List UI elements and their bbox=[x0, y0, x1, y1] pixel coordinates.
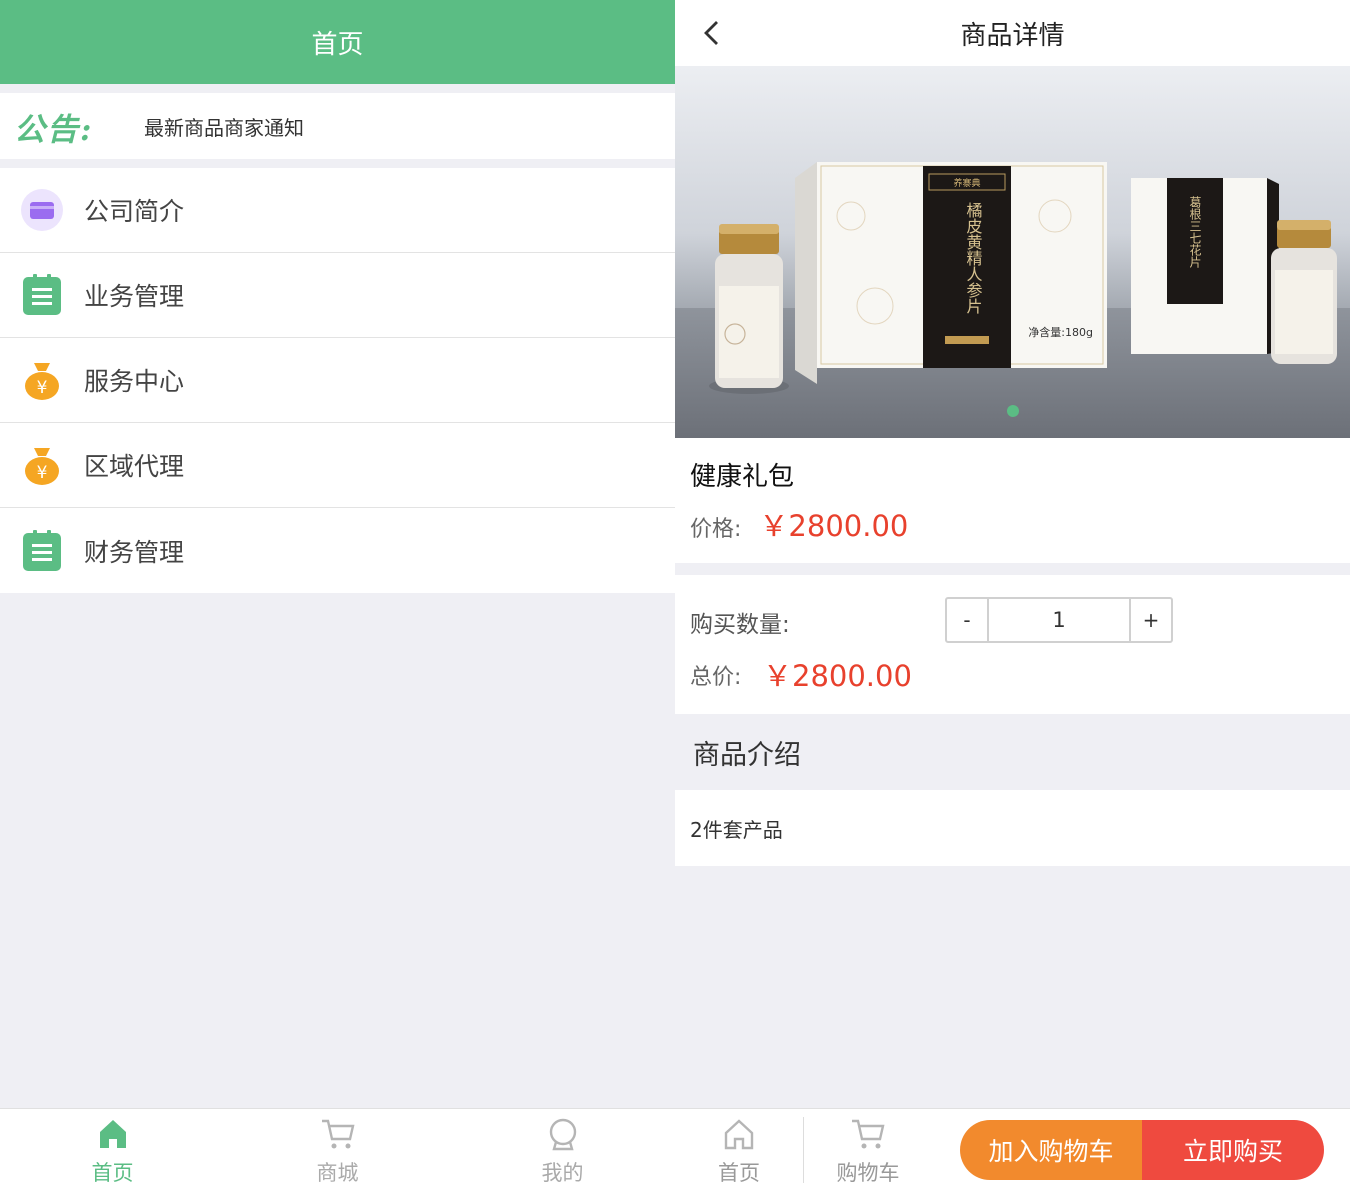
card-icon bbox=[20, 188, 64, 232]
price-value: ￥2800.00 bbox=[759, 509, 909, 543]
svg-text:养寨典: 养寨典 bbox=[953, 177, 980, 189]
menu-item-label: 服务中心 bbox=[84, 367, 185, 396]
menu-item-finance[interactable]: 财务管理 bbox=[0, 508, 675, 593]
bottom-action-bar: 首页 购物车 加入购物车 立即购买 bbox=[675, 1108, 1350, 1191]
tab-label: 商城 bbox=[316, 1161, 359, 1185]
page-title: 首页 bbox=[0, 0, 675, 84]
notice-text[interactable]: 最新商品商家通知 bbox=[144, 112, 304, 141]
intro-heading: 商品介绍 bbox=[693, 739, 801, 771]
page-title: 商品详情 bbox=[960, 20, 1065, 51]
home-icon bbox=[722, 1117, 756, 1155]
navbar: 商品详情 bbox=[675, 0, 1350, 66]
tab-home[interactable]: 首页 bbox=[0, 1109, 225, 1191]
menu-item-business[interactable]: 业务管理 bbox=[0, 253, 675, 338]
total-label: 总价: bbox=[690, 665, 742, 690]
total-value: ￥2800.00 bbox=[763, 659, 912, 693]
quantity-stepper: - 1 + bbox=[945, 597, 1173, 643]
menu-list: 公司简介 业务管理 ¥ 服务中心 ¥ 区域代理 财务管理 bbox=[0, 168, 675, 593]
carousel-indicator[interactable] bbox=[1007, 405, 1019, 417]
add-to-cart-button[interactable]: 加入购物车 bbox=[960, 1120, 1142, 1180]
price-row: 价格: ￥2800.00 bbox=[690, 503, 1335, 545]
svg-text:¥: ¥ bbox=[37, 463, 48, 483]
svg-text:¥: ¥ bbox=[37, 378, 48, 398]
box-small-title: 葛根三七花片 bbox=[1188, 196, 1202, 268]
tab-home[interactable]: 首页 bbox=[675, 1109, 803, 1191]
intro-body: 2件套产品 bbox=[675, 790, 1350, 866]
tab-cart[interactable]: 购物车 bbox=[804, 1109, 932, 1191]
tab-mine[interactable]: 我的 bbox=[450, 1109, 675, 1191]
tab-label: 首页 bbox=[718, 1161, 760, 1185]
purchase-panel: 购买数量: - 1 + 总价: ￥2800.00 bbox=[675, 575, 1350, 714]
action-buttons: 加入购物车 立即购买 bbox=[960, 1120, 1324, 1180]
home-screen: 首页 公告: 最新商品商家通知 公司简介 业务管理 ¥ 服务中心 ¥ 区域代理 … bbox=[0, 0, 675, 1191]
increment-button[interactable]: + bbox=[1131, 599, 1171, 641]
tab-mall[interactable]: 商城 bbox=[225, 1109, 450, 1191]
product-image-carousel[interactable]: 养寨典 橘皮黄精人参片 净含量:180g 葛根三七花片 bbox=[675, 66, 1350, 438]
clipboard-icon bbox=[20, 273, 64, 317]
product-info: 健康礼包 价格: ￥2800.00 bbox=[675, 438, 1350, 563]
box-large-weight: 净含量:180g bbox=[1028, 325, 1093, 339]
product-detail-screen: 商品详情 养寨典 橘皮黄精人参片 净含量:180g 葛根三七花片 健康礼包 价格… bbox=[675, 0, 1350, 1191]
product-photo: 养寨典 橘皮黄精人参片 净含量:180g 葛根三七花片 bbox=[709, 162, 1337, 394]
quantity-label: 购买数量: bbox=[690, 612, 790, 638]
home-icon bbox=[96, 1117, 130, 1155]
notice-tag: 公告: bbox=[14, 111, 94, 148]
box-large-title: 橘皮黄精人参片 bbox=[964, 202, 983, 314]
clipboard-icon bbox=[20, 529, 64, 573]
tab-label: 首页 bbox=[91, 1161, 134, 1185]
back-arrow-icon[interactable] bbox=[697, 18, 727, 48]
menu-item-company-intro[interactable]: 公司简介 bbox=[0, 168, 675, 253]
product-name: 健康礼包 bbox=[690, 462, 795, 492]
cart-icon bbox=[320, 1117, 356, 1155]
quantity-input[interactable]: 1 bbox=[987, 599, 1131, 641]
cart-icon bbox=[850, 1117, 886, 1155]
menu-item-label: 业务管理 bbox=[84, 282, 185, 311]
price-label: 价格: bbox=[690, 517, 742, 542]
bottom-tabbar: 首页 商城 我的 bbox=[0, 1108, 675, 1191]
tab-label: 我的 bbox=[541, 1161, 584, 1185]
menu-item-label: 区域代理 bbox=[84, 452, 185, 481]
buy-now-button[interactable]: 立即购买 bbox=[1142, 1120, 1324, 1180]
money-bag-icon: ¥ bbox=[20, 443, 64, 487]
menu-item-label: 公司简介 bbox=[84, 197, 185, 226]
menu-item-service-center[interactable]: ¥ 服务中心 bbox=[0, 338, 675, 423]
money-bag-icon: ¥ bbox=[20, 358, 64, 402]
notice-bar[interactable]: 公告: 最新商品商家通知 bbox=[0, 93, 675, 159]
tab-label: 购物车 bbox=[836, 1161, 900, 1185]
decrement-button[interactable]: - bbox=[947, 599, 987, 641]
user-icon bbox=[546, 1117, 580, 1155]
menu-item-regional-agent[interactable]: ¥ 区域代理 bbox=[0, 423, 675, 508]
menu-item-label: 财务管理 bbox=[84, 537, 185, 567]
